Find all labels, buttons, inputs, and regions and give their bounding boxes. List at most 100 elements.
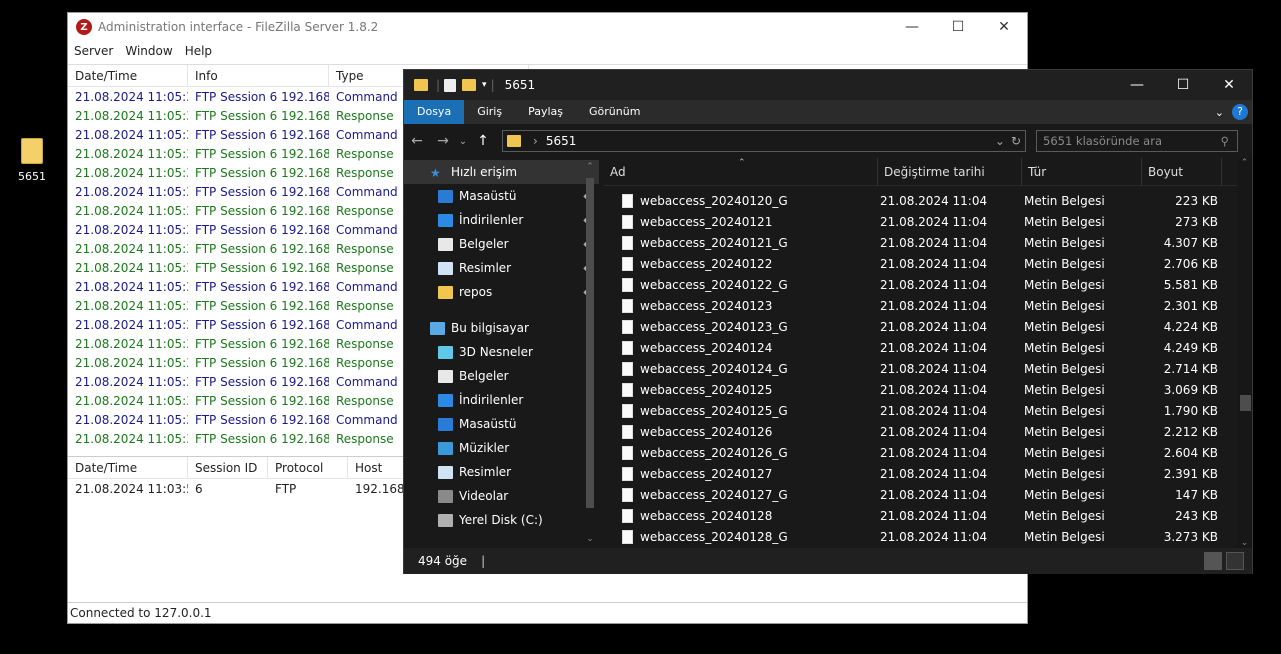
explorer-titlebar[interactable]: | ▾ | 5651 — ☐ ✕ [404,70,1252,100]
nav-item[interactable]: Masaüstü◆ [404,184,599,208]
scroll-up-icon[interactable]: ⌃ [584,162,596,172]
nav-scrollbar[interactable]: ⌃ ⌄ [584,162,596,544]
tab-gorunum[interactable]: Görünüm [576,100,653,124]
file-row[interactable]: webaccess_20240124 21.08.2024 11:04 Metin … [604,337,1252,358]
col-date[interactable]: Değiştirme tarihi [878,158,1022,186]
folder-icon [414,79,428,91]
file-row[interactable]: webaccess_20240125_G 21.08.2024 11:04 Meti… [604,400,1252,421]
chevron-down-icon[interactable]: ▾ [482,80,487,90]
nav-item[interactable]: Belgeler◆ [404,232,599,256]
text-file-icon [622,445,633,460]
col-info[interactable]: Info [188,65,329,87]
nav-item[interactable]: ★ Hızlı erişim [404,160,599,184]
file-row[interactable]: webaccess_20240121_G 21.08.2024 11:04 Meti… [604,232,1252,253]
nav-item[interactable]: Bu bilgisayar [404,316,599,340]
col-name[interactable]: Ad ⌃ [604,158,878,186]
log-time: 21.08.2024 11:05:35 [75,374,188,389]
explorer-title: 5651 [504,78,536,92]
desktop-folder-5651[interactable]: 5651 [12,138,52,183]
tab-dosya[interactable]: Dosya [404,100,465,124]
col-session-datetime[interactable]: Date/Time [68,456,188,479]
file-list-scrollbar[interactable]: ⌃ ⌄ [1237,158,1252,548]
nav-item[interactable]: Yerel Disk (C:) [404,508,599,532]
close-button[interactable]: ✕ [981,13,1027,41]
nav-item[interactable]: Masaüstü [404,412,599,436]
filezilla-titlebar[interactable]: Z Administration interface - FileZilla S… [68,13,1027,41]
file-row[interactable]: webaccess_20240128_G 21.08.2024 11:04 Meti… [604,526,1252,547]
file-row[interactable]: webaccess_20240120_G 21.08.2024 11:04 Meti… [604,190,1252,211]
col-size[interactable]: Boyut [1142,158,1222,186]
col-protocol[interactable]: Protocol [268,456,348,479]
file-row[interactable]: webaccess_20240124_G 21.08.2024 11:04 Meti… [604,358,1252,379]
file-type: Metin Belgesi [1024,277,1105,292]
file-name-cell: webaccess_20240122 [604,256,874,271]
file-date: 21.08.2024 11:04 [880,235,988,250]
menu-help[interactable]: Help [185,44,212,58]
file-row[interactable]: webaccess_20240127 21.08.2024 11:04 Metin … [604,463,1252,484]
documents-icon [438,237,453,251]
properties-icon[interactable] [444,78,457,92]
file-row[interactable]: webaccess_20240128 21.08.2024 11:04 Metin … [604,505,1252,526]
nav-item[interactable]: Resimler◆ [404,256,599,280]
new-folder-icon[interactable] [462,79,477,91]
refresh-icon[interactable]: ↻ [1011,134,1021,148]
chevron-down-icon[interactable]: ⌄ [995,134,1005,148]
file-row[interactable]: webaccess_20240123 21.08.2024 11:04 Metin … [604,295,1252,316]
nav-item[interactable]: Belgeler [404,364,599,388]
nav-item[interactable]: Müzikler [404,436,599,460]
tab-giris[interactable]: Giriş [464,100,515,124]
file-name: webaccess_20240123_G [640,319,788,334]
scroll-down-icon[interactable]: ⌄ [1237,538,1252,548]
minimize-button[interactable]: — [1114,70,1160,100]
file-row[interactable]: webaccess_20240122 21.08.2024 11:04 Metin … [604,253,1252,274]
forward-icon[interactable]: → [430,133,456,149]
file-row[interactable]: webaccess_20240126 21.08.2024 11:04 Metin … [604,421,1252,442]
menu-server[interactable]: Server [74,44,113,58]
nav-item-label: Belgeler [459,237,509,251]
text-file-icon [622,193,633,208]
details-view-icon[interactable] [1204,552,1222,570]
recent-locations-icon[interactable]: ⌄ [456,136,470,147]
file-name-cell: webaccess_20240125 [604,382,874,397]
file-date: 21.08.2024 11:04 [880,361,988,376]
divider: | [481,554,486,568]
nav-item[interactable]: İndirilenler [404,388,599,412]
file-row[interactable]: webaccess_20240127_G 21.08.2024 11:04 Meti… [604,484,1252,505]
file-row[interactable]: webaccess_20240125 21.08.2024 11:04 Metin … [604,379,1252,400]
file-row[interactable]: webaccess_20240121 21.08.2024 11:04 Metin … [604,211,1252,232]
back-icon[interactable]: ← [404,133,430,149]
maximize-button[interactable]: ☐ [1160,70,1206,100]
file-row[interactable]: webaccess_20240122_G 21.08.2024 11:04 Meti… [604,274,1252,295]
large-icons-view-icon[interactable] [1226,552,1244,570]
file-scroll-thumb[interactable] [1240,395,1251,411]
tab-paylas[interactable]: Paylaş [515,100,576,124]
col-session-id[interactable]: Session ID [188,456,268,479]
log-info: FTP Session 6 192.168.... [195,260,329,275]
scroll-down-icon[interactable]: ⌄ [584,534,596,544]
address-bar[interactable]: › 5651 ⌄ ↻ [502,130,1026,152]
maximize-button[interactable]: ☐ [935,13,981,41]
search-box[interactable]: 5651 klasöründe ara ⚲ [1036,130,1238,152]
file-row[interactable]: webaccess_20240123_G 21.08.2024 11:04 Meti… [604,316,1252,337]
nav-item[interactable]: İndirilenler◆ [404,208,599,232]
file-row[interactable]: webaccess_20240126_G 21.08.2024 11:04 Meti… [604,442,1252,463]
nav-item[interactable]: 3D Nesneler [404,340,599,364]
nav-item-label: Masaüstü [459,189,517,203]
col-type[interactable]: Tür [1022,158,1142,186]
minimize-button[interactable]: — [889,13,935,41]
log-info: FTP Session 6 192.168.... [195,336,329,351]
close-button[interactable]: ✕ [1206,70,1252,100]
nav-scroll-thumb[interactable] [586,178,594,508]
file-size: 2.391 KB [1163,466,1218,481]
nav-item[interactable]: Resimler [404,460,599,484]
session-protocol: FTP [275,481,297,496]
nav-item[interactable]: repos◆ [404,280,599,304]
expand-ribbon-icon[interactable]: ⌄ [1215,106,1224,119]
col-datetime[interactable]: Date/Time [68,65,188,87]
help-icon[interactable]: ? [1232,104,1248,120]
scroll-up-icon[interactable]: ⌃ [1237,158,1252,168]
up-icon[interactable]: ↑ [470,133,496,149]
nav-item[interactable]: Videolar [404,484,599,508]
menu-window[interactable]: Window [125,44,172,58]
log-info: FTP Session 6 192.168.... [195,431,329,446]
